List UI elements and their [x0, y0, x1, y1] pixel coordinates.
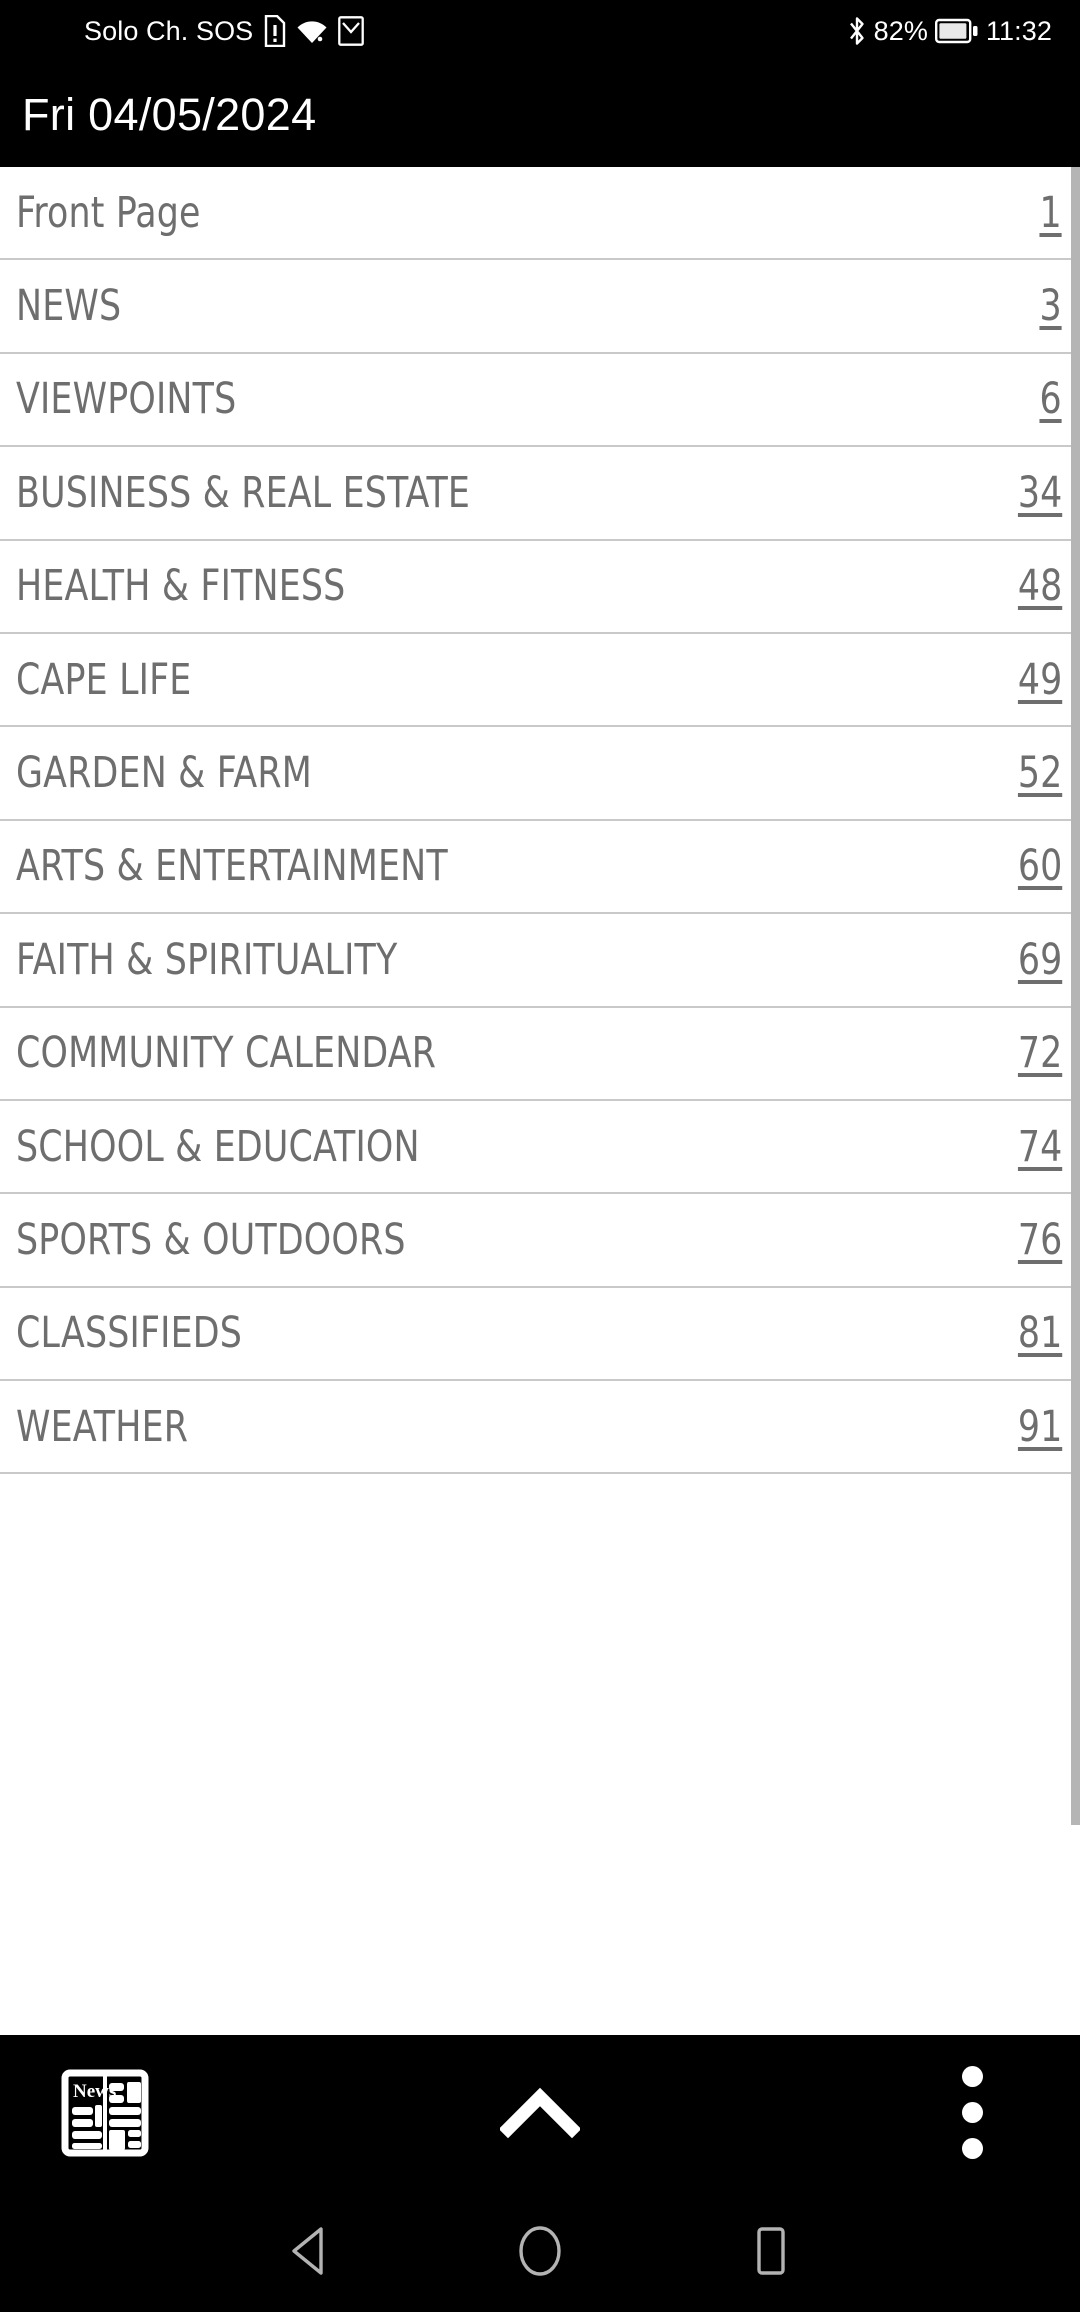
section-label: CAPE LIFE	[16, 654, 192, 705]
section-page-number[interactable]: 6	[1040, 374, 1062, 424]
overflow-dot-3	[961, 2138, 983, 2159]
section-label: SCHOOL & EDUCATION	[16, 1121, 420, 1172]
section-row[interactable]: VIEWPOINTS 6	[0, 354, 1080, 448]
section-row[interactable]: COMMUNITY CALENDAR 72	[0, 1008, 1080, 1101]
scrollbar-thumb[interactable]	[1071, 167, 1080, 1825]
newspaper-icon: News	[61, 2069, 149, 2156]
date-header: Fri 04/05/2024	[0, 62, 1080, 167]
section-row[interactable]: Front Page 1	[0, 167, 1080, 261]
android-navigation-bar	[0, 2190, 1080, 2312]
wifi-icon	[297, 21, 327, 43]
section-label: BUSINESS & REAL ESTATE	[16, 467, 471, 518]
section-page-number[interactable]: 60	[1018, 841, 1062, 891]
section-row[interactable]: SPORTS & OUTDOORS 76	[0, 1194, 1080, 1288]
section-page-number[interactable]: 72	[1018, 1028, 1062, 1078]
section-row[interactable]: WEATHER 91	[0, 1381, 1080, 1475]
section-rows: Front Page 1 NEWS 3 VIEWPOINTS 6 BUSINESS & RE…	[0, 167, 1080, 1475]
section-list[interactable]: Front Page 1 NEWS 3 VIEWPOINTS 6 BUSINESS & RE…	[0, 167, 1080, 2035]
section-row[interactable]: GARDEN & FARM 52	[0, 727, 1080, 821]
scrollbar[interactable]	[1071, 167, 1080, 2035]
section-page-number[interactable]: 76	[1018, 1215, 1062, 1265]
section-page-number[interactable]: 1	[1040, 188, 1062, 238]
section-row[interactable]: BUSINESS & REAL ESTATE 34	[0, 447, 1080, 541]
section-page-number[interactable]: 3	[1040, 281, 1062, 331]
battery-percent-label: 82%	[873, 15, 928, 46]
section-row[interactable]: FAITH & SPIRITUALITY 69	[0, 914, 1080, 1008]
section-row[interactable]: CLASSIFIEDS 81	[0, 1288, 1080, 1382]
nav-recents-button[interactable]	[695, 2190, 845, 2312]
section-row[interactable]: NEWS 3	[0, 260, 1080, 354]
section-row[interactable]: CAPE LIFE 49	[0, 634, 1080, 728]
newspaper-button[interactable]: News	[56, 2064, 154, 2162]
overflow-dot-2	[961, 2102, 983, 2123]
overflow-dot-1	[961, 2066, 983, 2087]
status-bar-left: Solo Ch. SOS	[84, 0, 365, 62]
bluetooth-icon	[849, 17, 864, 45]
section-page-number[interactable]: 49	[1018, 655, 1062, 705]
section-label: WEATHER	[16, 1401, 189, 1452]
bottom-toolbar: News	[0, 2035, 1080, 2190]
status-bar-right: 82% 11:32	[847, 0, 1052, 62]
overflow-menu-button[interactable]	[928, 2064, 1016, 2162]
section-label: GARDEN & FARM	[16, 748, 312, 799]
recents-square-icon	[757, 2227, 785, 2275]
battery-icon	[934, 18, 978, 44]
section-label: FAITH & SPIRITUALITY	[16, 934, 398, 985]
chevron-up-icon	[500, 2087, 580, 2138]
section-label: CLASSIFIEDS	[16, 1308, 243, 1359]
clock-label: 11:32	[985, 15, 1052, 46]
section-row[interactable]: HEALTH & FITNESS 48	[0, 541, 1080, 634]
section-label: HEALTH & FITNESS	[16, 561, 346, 612]
section-page-number[interactable]: 91	[1018, 1402, 1062, 1452]
section-label: COMMUNITY CALENDAR	[16, 1028, 437, 1079]
back-triangle-icon	[292, 2227, 323, 2275]
section-page-number[interactable]: 74	[1018, 1122, 1062, 1172]
home-circle-icon	[519, 2226, 561, 2276]
section-row[interactable]: SCHOOL & EDUCATION 74	[0, 1101, 1080, 1195]
edition-date: Fri 04/05/2024	[22, 88, 317, 140]
sim-card-alert-icon	[265, 15, 286, 47]
carrier-label: Solo Ch. SOS	[84, 15, 254, 46]
section-row[interactable]: ARTS & ENTERTAINMENT 60	[0, 821, 1080, 915]
section-label: VIEWPOINTS	[16, 374, 237, 425]
section-page-number[interactable]: 81	[1018, 1308, 1062, 1358]
section-label: Front Page	[16, 187, 201, 238]
section-label: ARTS & ENTERTAINMENT	[16, 841, 448, 892]
nav-home-button[interactable]	[465, 2190, 615, 2312]
section-label: NEWS	[16, 281, 122, 332]
scroll-to-top-button[interactable]	[492, 2065, 588, 2161]
section-page-number[interactable]: 34	[1018, 468, 1062, 518]
status-bar: Solo Ch. SOS 82% 11:32	[0, 0, 1080, 62]
section-page-number[interactable]: 52	[1018, 748, 1062, 798]
mail-icon	[338, 16, 365, 46]
section-page-number[interactable]: 69	[1018, 935, 1062, 985]
section-label: SPORTS & OUTDOORS	[16, 1214, 406, 1265]
nav-back-button[interactable]	[235, 2190, 385, 2312]
section-page-number[interactable]: 48	[1018, 561, 1062, 611]
